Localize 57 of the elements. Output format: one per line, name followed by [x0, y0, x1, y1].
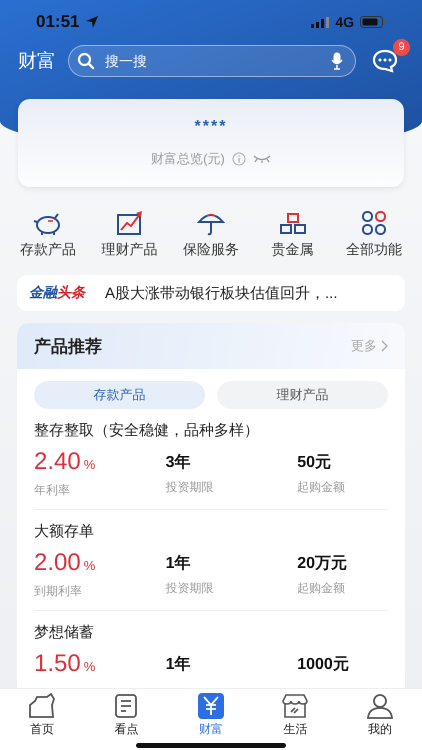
microphone-icon[interactable]: [331, 52, 343, 70]
wealth-amount: ****: [194, 118, 228, 136]
news-headline[interactable]: A股大涨带动银行板块估值回升，...: [105, 284, 338, 303]
tab-label[interactable]: 财富: [198, 720, 223, 738]
shortcut-label[interactable]: 全部功能: [346, 241, 402, 260]
page-title: 财富: [18, 50, 56, 74]
closed-eye-icon[interactable]: [252, 154, 271, 164]
tab-label[interactable]: 生活: [283, 720, 308, 738]
ingot-stack-icon[interactable]: [278, 212, 308, 236]
minimum-label: 起购金额: [297, 479, 346, 496]
person-icon[interactable]: [366, 692, 394, 718]
term-value: 1年: [166, 654, 192, 675]
product-name[interactable]: 梦想储蓄: [34, 623, 388, 642]
search-icon: [77, 52, 95, 70]
four-petal-grid-icon[interactable]: [361, 210, 387, 236]
product-tab[interactable]: 存款产品: [34, 381, 205, 409]
network-label: 4G: [335, 14, 354, 30]
interest-rate: 1.50%: [34, 650, 96, 678]
term-value: 1年: [166, 554, 192, 574]
message-badge: 9: [393, 38, 410, 56]
news-logo: 金融头条: [29, 284, 85, 302]
location-arrow-icon: [85, 15, 100, 29]
yuan-bag-icon[interactable]: [198, 692, 224, 718]
storefront-icon[interactable]: [281, 692, 310, 718]
shortcut-label[interactable]: 贵金属: [272, 241, 314, 260]
shortcut-label[interactable]: 保险服务: [183, 241, 239, 260]
rate-label: 年利率: [34, 482, 71, 499]
shortcut-label[interactable]: 理财产品: [102, 241, 158, 260]
tab-label[interactable]: 看点: [114, 720, 139, 738]
rate-label: 到期利率: [34, 583, 83, 600]
signal-icon: [311, 16, 330, 28]
interest-rate: 2.40%: [34, 448, 96, 476]
search-input[interactable]: 搜一搜: [103, 52, 323, 70]
minimum-amount: 20万元: [297, 554, 348, 574]
overview-label: 财富总览(元): [151, 150, 225, 168]
term-label: 投资期限: [166, 580, 215, 597]
rising-chart-icon[interactable]: [116, 210, 144, 236]
product-name[interactable]: 大额存单: [34, 522, 388, 541]
piggy-bank-icon[interactable]: [33, 212, 63, 236]
minimum-amount: 1000元: [297, 655, 350, 675]
term-label: 投资期限: [166, 479, 215, 496]
chat-icon[interactable]: [372, 48, 398, 72]
product-tab[interactable]: 理财产品: [217, 381, 388, 409]
search-bar[interactable]: 搜一搜: [68, 45, 356, 77]
tab-label[interactable]: 我的: [368, 720, 392, 738]
product-name[interactable]: 整存整取（安全稳健，品种多样）: [34, 421, 388, 440]
interest-rate: 2.00%: [34, 549, 96, 577]
section-title: 产品推荐: [34, 336, 103, 358]
shortcut-label[interactable]: 存款产品: [20, 241, 76, 260]
news-banner[interactable]: 金融头条 A股大涨带动银行板块估值回升，...: [17, 275, 405, 311]
minimum-label: 起购金额: [297, 580, 346, 597]
battery-icon: [360, 16, 386, 28]
minimum-amount: 50元: [297, 453, 332, 473]
status-time: 01:51: [36, 12, 80, 32]
tab-label[interactable]: 首页: [30, 720, 54, 738]
document-icon[interactable]: [114, 692, 140, 718]
term-value: 3年: [166, 452, 192, 473]
